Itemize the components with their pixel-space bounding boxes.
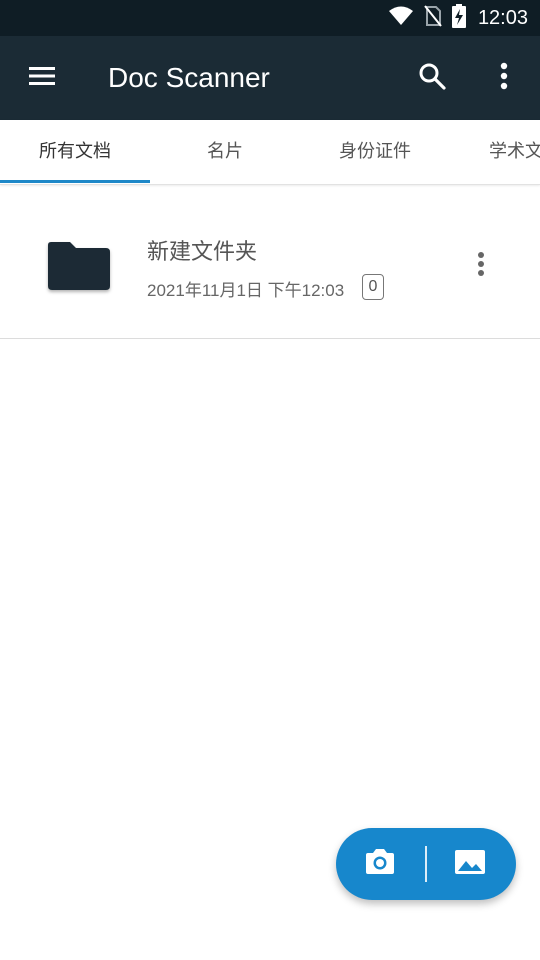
list-item[interactable]: 新建文件夹 2021年11月1日 下午12:03 0: [0, 190, 540, 339]
tab-business-cards[interactable]: 名片: [150, 120, 300, 184]
camera-icon: [364, 848, 396, 880]
folder-icon: [44, 240, 114, 296]
folder-date: 2021年11月1日 下午12:03: [147, 281, 345, 300]
more-vert-icon: [477, 251, 485, 281]
folder-more-button[interactable]: [464, 246, 498, 286]
gallery-icon: [454, 848, 486, 880]
overflow-menu-button[interactable]: [484, 58, 524, 98]
battery-charging-icon: [451, 4, 466, 32]
status-bar: 12:03: [0, 0, 540, 36]
more-vert-icon: [500, 62, 508, 94]
app-title: Doc Scanner: [108, 62, 270, 93]
folder-name: 新建文件夹: [147, 240, 258, 265]
search-button[interactable]: [412, 58, 452, 98]
menu-button[interactable]: [22, 58, 62, 98]
status-icons: 12:03: [388, 0, 528, 36]
tab-indicator: [0, 180, 150, 183]
no-sim-icon: [424, 5, 442, 31]
tab-id-documents[interactable]: 身份证件: [300, 120, 450, 184]
menu-icon: [29, 66, 55, 90]
document-count-badge: 0: [362, 274, 384, 300]
gallery-button[interactable]: [426, 828, 514, 900]
status-time: 12:03: [477, 6, 528, 29]
capture-fab: [336, 828, 516, 900]
tab-all-documents[interactable]: 所有文档: [0, 120, 150, 184]
app-bar: Doc Scanner: [0, 36, 540, 120]
camera-button[interactable]: [336, 828, 424, 900]
search-icon: [418, 62, 446, 94]
tab-academic[interactable]: 学术文: [450, 120, 540, 184]
wifi-icon: [388, 6, 414, 30]
tab-bar: 所有文档 名片 身份证件 学术文: [0, 120, 540, 185]
